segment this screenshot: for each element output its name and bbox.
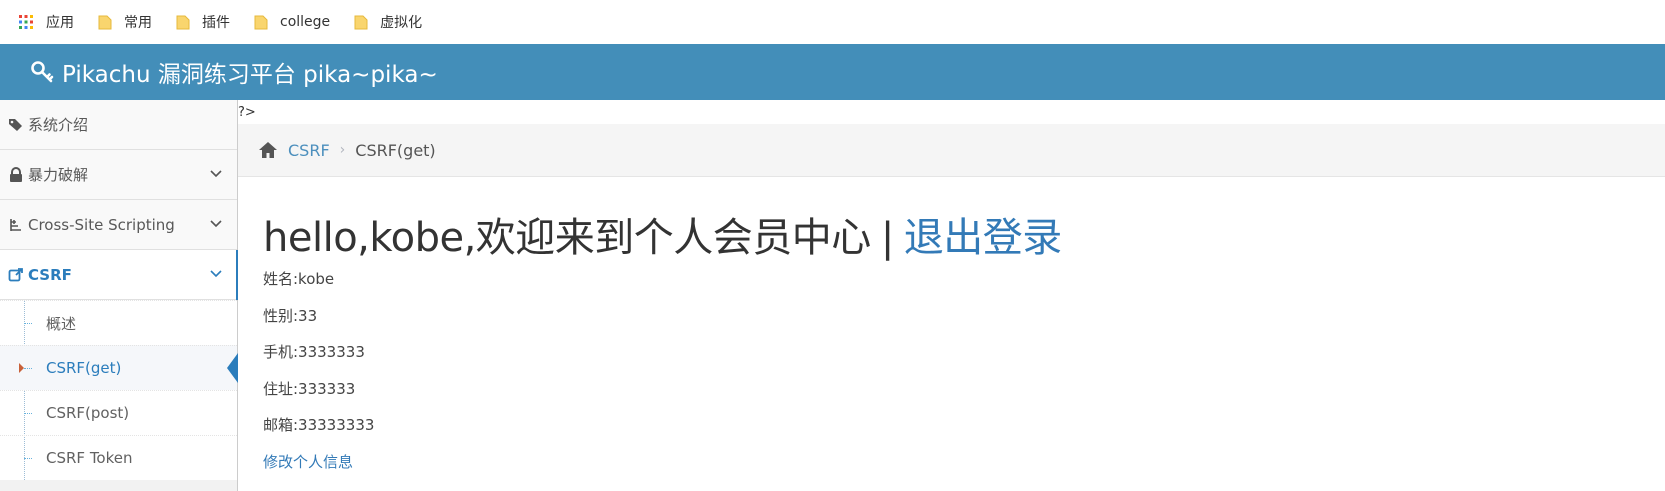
chevron-down-icon (210, 220, 222, 228)
sidebar-item-intro[interactable]: 系统介绍 (0, 100, 237, 150)
info-address: 住址:333333 (263, 379, 356, 398)
bookmark-label: 常用 (124, 15, 152, 31)
sidebar-item-label: CSRF (28, 265, 72, 284)
main-content: ?> CSRF › CSRF(get) hello,kobe,欢迎来到个人会员中… (238, 100, 1665, 491)
breadcrumb: CSRF › CSRF(get) (238, 124, 1665, 177)
info-phone: 手机:3333333 (263, 343, 365, 361)
title-divider: | (880, 215, 894, 261)
breadcrumb-link-csrf[interactable]: CSRF (288, 141, 330, 160)
chevron-down-icon (210, 270, 222, 278)
user-info: 姓名:kobe 性别:33 手机:3333333 住址:333333 邮箱:33… (263, 269, 1062, 488)
folder-icon (254, 15, 268, 30)
info-name: 姓名:kobe (263, 270, 335, 288)
stray-text: ?> (238, 105, 256, 120)
apps-grid-icon (19, 15, 33, 29)
submenu-item-label: CSRF Token (46, 449, 133, 467)
edit-profile-link[interactable]: 修改个人信息 (263, 453, 353, 471)
bookmark-label: 插件 (202, 15, 230, 31)
sidebar-item-label: 暴力破解 (28, 166, 89, 184)
bookmark-folder-1[interactable]: 常用 (98, 12, 152, 32)
xss-icon (10, 218, 21, 231)
page-title: hello,kobe,欢迎来到个人会员中心 | 退出登录 (263, 205, 1062, 263)
tags-icon (9, 118, 22, 131)
bookmark-apps[interactable]: 应用 (18, 12, 74, 32)
breadcrumb-current: CSRF(get) (355, 140, 436, 160)
breadcrumb-separator: › (339, 142, 346, 158)
active-pointer-icon (227, 353, 238, 383)
greeting-text: hello,kobe,欢迎来到个人会员中心 (263, 215, 871, 261)
submenu-item-csrf-get[interactable]: CSRF(get) (0, 345, 238, 390)
top-navbar: Pikachu 漏洞练习平台 pika~pika~ (0, 44, 1665, 100)
lock-icon (10, 166, 22, 182)
sidebar: 系统介绍 暴力破解 Cross-Site Scripting CSRF 概述 C… (0, 100, 238, 491)
folder-icon (98, 15, 112, 30)
sidebar-item-csrf[interactable]: CSRF (0, 250, 238, 300)
bookmark-folder-2[interactable]: 插件 (176, 12, 230, 32)
logout-link[interactable]: 退出登录 (904, 215, 1063, 261)
submenu-item-label: 概述 (46, 314, 77, 333)
submenu-item-csrf-post[interactable]: CSRF(post) (0, 390, 237, 435)
sidebar-item-label: 系统介绍 (28, 116, 89, 134)
folder-icon (176, 15, 190, 30)
sidebar-item-bruteforce[interactable]: 暴力破解 (0, 150, 237, 200)
submenu-item-label: CSRF(get) (46, 359, 122, 377)
key-icon (31, 61, 54, 83)
home-icon[interactable] (258, 141, 278, 159)
bookmark-label: 应用 (46, 15, 74, 31)
bookmark-folder-3[interactable]: college (254, 14, 330, 30)
external-link-icon (8, 267, 23, 281)
caret-right-icon (19, 363, 24, 373)
bookmarks-bar: 应用 常用 插件 college 虚拟化 (0, 0, 1665, 44)
folder-icon (354, 15, 368, 30)
submenu-item-label: CSRF(post) (46, 404, 130, 422)
chevron-down-icon (210, 170, 222, 178)
submenu-item-csrf-token[interactable]: CSRF Token (0, 435, 237, 480)
csrf-submenu: 概述 CSRF(get) CSRF(post) CSRF Token (0, 300, 238, 480)
sidebar-item-xss[interactable]: Cross-Site Scripting (0, 200, 237, 250)
bookmark-label: college (280, 14, 331, 30)
submenu-item-overview[interactable]: 概述 (0, 300, 237, 345)
info-email: 邮箱:33333333 (263, 416, 375, 434)
member-center: hello,kobe,欢迎来到个人会员中心 | 退出登录 姓名:kobe 性别:33… (263, 205, 1062, 488)
app-title[interactable]: Pikachu 漏洞练习平台 pika~pika~ (62, 55, 438, 89)
bookmark-folder-4[interactable]: 虚拟化 (354, 12, 422, 32)
sidebar-item-label: Cross-Site Scripting (28, 215, 175, 234)
bookmark-label: 虚拟化 (380, 15, 423, 31)
info-gender: 性别:33 (263, 306, 318, 325)
